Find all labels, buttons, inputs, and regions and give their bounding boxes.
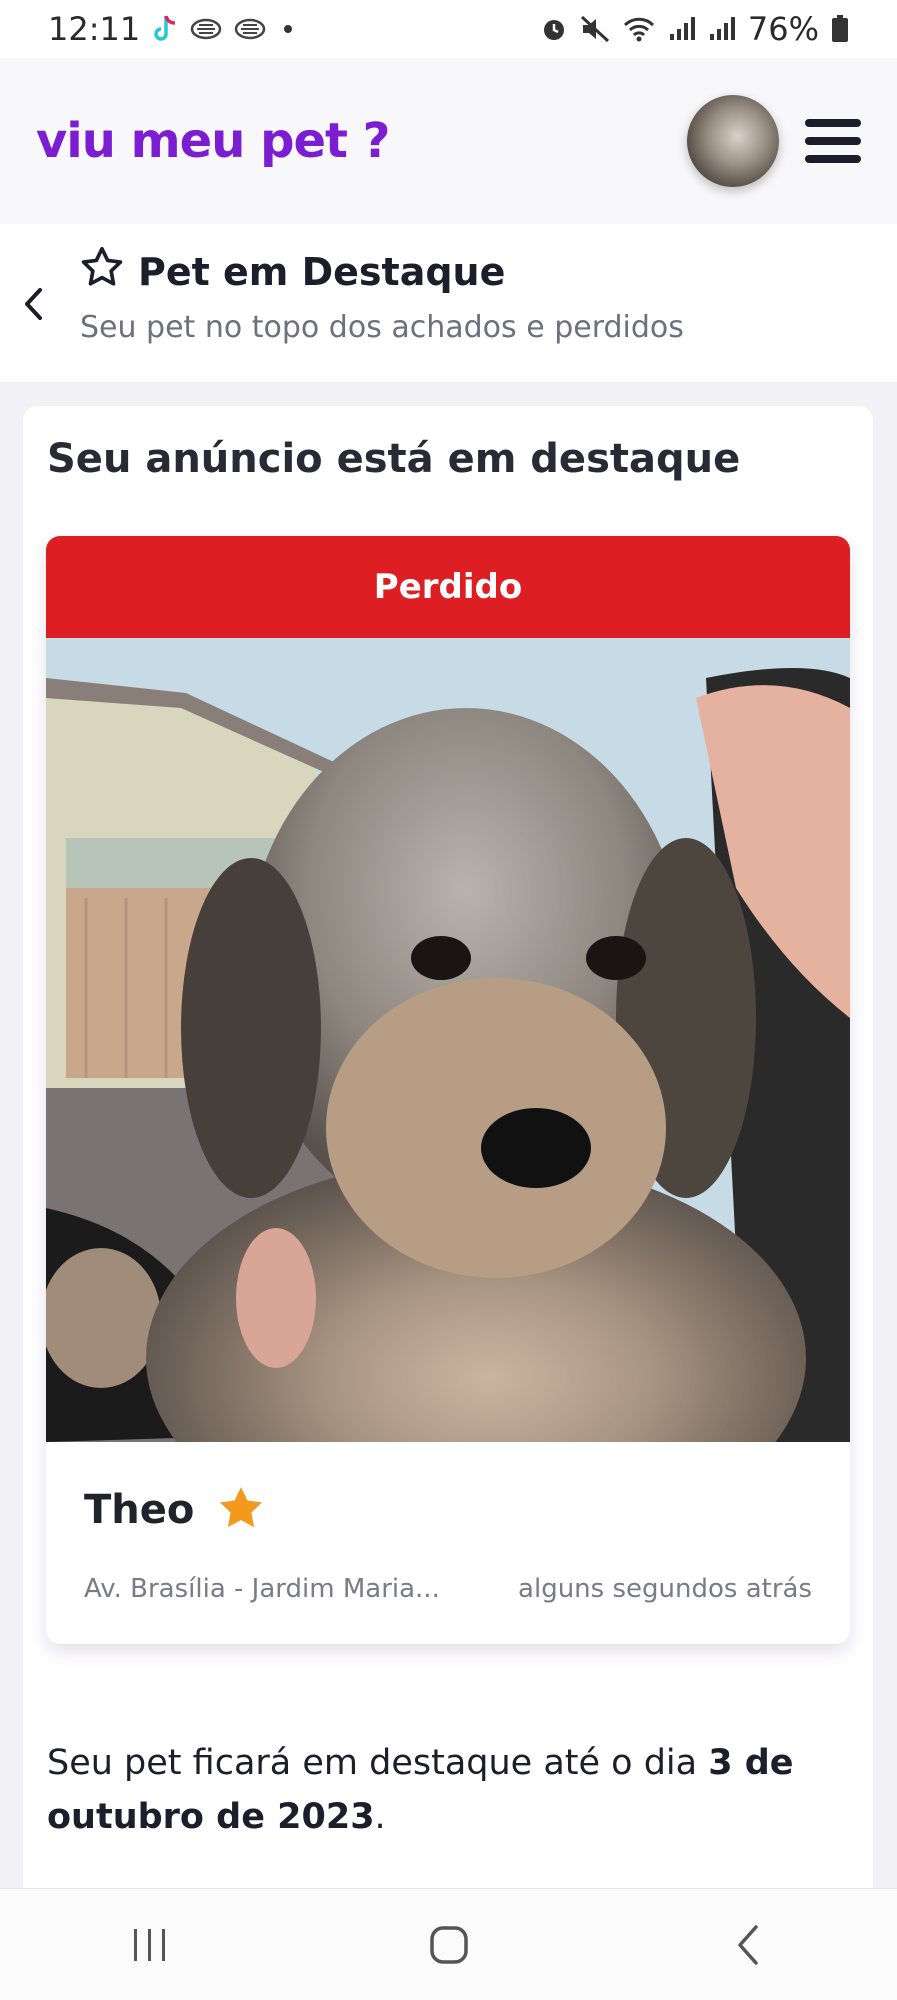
mute-icon — [580, 15, 610, 43]
menu-bar — [805, 155, 861, 163]
app-header: viu meu pet ? — [0, 58, 897, 224]
page-header: Pet em Destaque Seu pet no topo dos acha… — [0, 224, 897, 382]
hamburger-menu-icon[interactable] — [805, 119, 861, 163]
more-notifications-dot-icon — [284, 25, 293, 33]
star-filled-icon — [216, 1484, 266, 1536]
notice-prefix: Seu pet ficará em destaque até o dia — [47, 1743, 709, 1783]
home-icon[interactable] — [389, 1905, 509, 1985]
wifi-icon — [622, 15, 656, 43]
featured-card: Seu anúncio está em destaque Perdido The… — [23, 406, 873, 2000]
system-navigation-bar — [0, 1888, 897, 2000]
page-title: Pet em Destaque — [80, 246, 505, 297]
system-back-icon[interactable] — [688, 1905, 808, 1985]
user-avatar[interactable] — [687, 95, 779, 187]
pet-photo — [46, 638, 850, 1442]
notification-icon — [234, 18, 266, 40]
pet-info: Theo Av. Brasília - Jardim Maria... algu… — [46, 1442, 850, 1644]
tiktok-icon — [152, 14, 178, 44]
pet-meta: Av. Brasília - Jardim Maria... alguns se… — [84, 1574, 812, 1604]
recent-apps-icon[interactable] — [90, 1905, 210, 1985]
status-badge: Perdido — [46, 536, 850, 638]
menu-bar — [805, 119, 861, 127]
menu-bar — [805, 137, 861, 145]
notification-icon — [190, 18, 222, 40]
star-outline-icon — [80, 246, 124, 297]
card-title: Seu anúncio está em destaque — [47, 436, 741, 482]
alarm-icon — [540, 15, 568, 43]
status-bar-right: 76% — [540, 10, 849, 48]
status-bar: 12:11 76% — [0, 0, 897, 58]
signal-icon — [668, 16, 696, 42]
status-time: 12:11 — [48, 10, 141, 48]
back-chevron-icon[interactable] — [18, 282, 48, 326]
pet-location: Av. Brasília - Jardim Maria... — [84, 1574, 440, 1604]
pet-posted-time: alguns segundos atrás — [518, 1574, 812, 1604]
pet-listing-card[interactable]: Perdido Theo Av. Brasília - Jardim Maria… — [46, 536, 850, 1644]
signal-icon — [708, 16, 736, 42]
app-header-actions — [687, 95, 861, 187]
page-title-text: Pet em Destaque — [138, 249, 506, 294]
featured-until-notice: Seu pet ficará em destaque até o dia 3 d… — [47, 1736, 847, 1844]
battery-percent: 76% — [747, 10, 819, 48]
notice-suffix: . — [374, 1797, 386, 1837]
pet-name: Theo — [84, 1487, 195, 1533]
page-subtitle: Seu pet no topo dos achados e perdidos — [80, 310, 684, 345]
battery-icon — [831, 15, 849, 43]
status-bar-left: 12:11 — [48, 10, 293, 48]
pet-name-row: Theo — [84, 1484, 266, 1536]
app-logo[interactable]: viu meu pet ? — [36, 113, 390, 169]
